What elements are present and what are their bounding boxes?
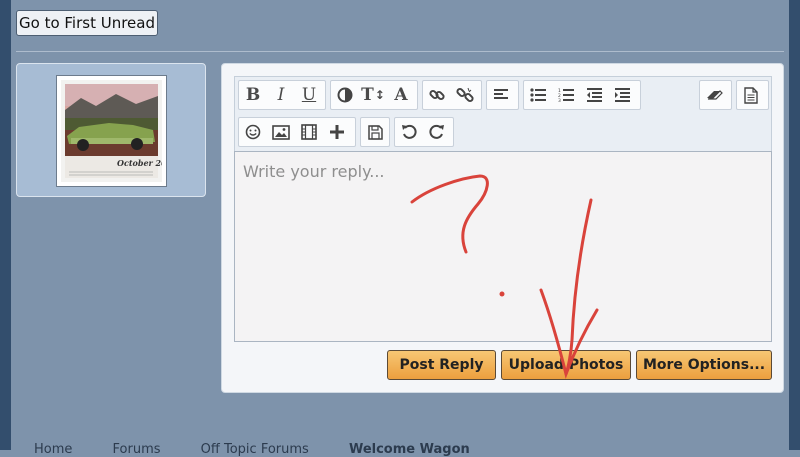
unlink-icon — [456, 87, 474, 103]
outdent-icon — [587, 88, 602, 102]
smilies-button[interactable] — [241, 119, 265, 145]
numbered-list-button[interactable]: 123 — [554, 82, 578, 108]
more-options-button[interactable]: More Options... — [636, 350, 772, 380]
image-icon — [272, 124, 290, 140]
history-group — [394, 117, 454, 147]
avatar[interactable]: October 202 — [56, 75, 167, 187]
font-button[interactable]: A — [389, 82, 413, 108]
text-style-group: B I U — [238, 80, 326, 110]
insert-more-button[interactable] — [325, 119, 349, 145]
list-group: 123 — [523, 80, 641, 110]
left-edge — [0, 0, 11, 450]
eraser-icon — [707, 90, 723, 100]
outdent-button[interactable] — [582, 82, 606, 108]
color-button[interactable] — [333, 82, 357, 108]
save-draft-button[interactable] — [363, 119, 387, 145]
floppy-disk-icon — [367, 124, 383, 140]
film-icon — [301, 124, 317, 140]
go-to-first-unread-button[interactable]: Go to First Unread — [16, 10, 158, 36]
link-icon — [429, 89, 445, 101]
unlink-button[interactable] — [453, 82, 477, 108]
font-group: T ↕ A — [330, 80, 418, 110]
align-group — [486, 80, 519, 110]
align-button[interactable] — [489, 82, 513, 108]
calendar-caption: October 202 — [117, 158, 162, 168]
right-edge — [789, 0, 800, 450]
font-size-button[interactable]: T ↕ — [361, 82, 385, 108]
redo-button[interactable] — [425, 119, 449, 145]
numbered-list-icon: 123 — [558, 88, 574, 102]
undo-icon — [402, 124, 417, 139]
source-group — [736, 80, 769, 110]
image-button[interactable] — [269, 119, 293, 145]
indent-button[interactable] — [610, 82, 634, 108]
user-avatar-card: October 202 — [16, 63, 206, 197]
font-size-icon: T — [361, 85, 374, 105]
toggle-source-button[interactable] — [739, 82, 763, 108]
link-button[interactable] — [425, 82, 449, 108]
link-group — [422, 80, 482, 110]
align-left-icon — [494, 89, 508, 99]
indent-icon — [615, 88, 630, 102]
plus-icon — [330, 125, 344, 139]
redo-icon — [429, 124, 444, 139]
font-size-arrow: ↕ — [374, 88, 385, 102]
media-button[interactable] — [297, 119, 321, 145]
svg-text:3: 3 — [558, 98, 561, 102]
undo-button[interactable] — [397, 119, 421, 145]
smiley-icon — [245, 124, 261, 140]
bullet-list-icon — [530, 88, 546, 102]
bullet-list-button[interactable] — [526, 82, 550, 108]
contrast-icon — [337, 87, 353, 103]
italic-button[interactable]: I — [269, 82, 293, 108]
divider — [16, 51, 784, 52]
document-icon — [744, 86, 758, 104]
upload-photos-button[interactable]: Upload Photos — [501, 350, 631, 380]
bold-button[interactable]: B — [241, 82, 265, 108]
insert-group — [238, 117, 356, 147]
avatar-image: October 202 — [61, 80, 162, 182]
underline-button[interactable]: U — [297, 82, 321, 108]
remove-format-group — [699, 80, 732, 110]
remove-format-button[interactable] — [702, 82, 726, 108]
post-reply-button[interactable]: Post Reply — [387, 350, 496, 380]
save-group — [360, 117, 390, 147]
quick-reply-editor: B I U T ↕ A 1 2 3 Write your reply... Po… — [221, 63, 784, 393]
reply-textarea[interactable] — [234, 151, 772, 342]
